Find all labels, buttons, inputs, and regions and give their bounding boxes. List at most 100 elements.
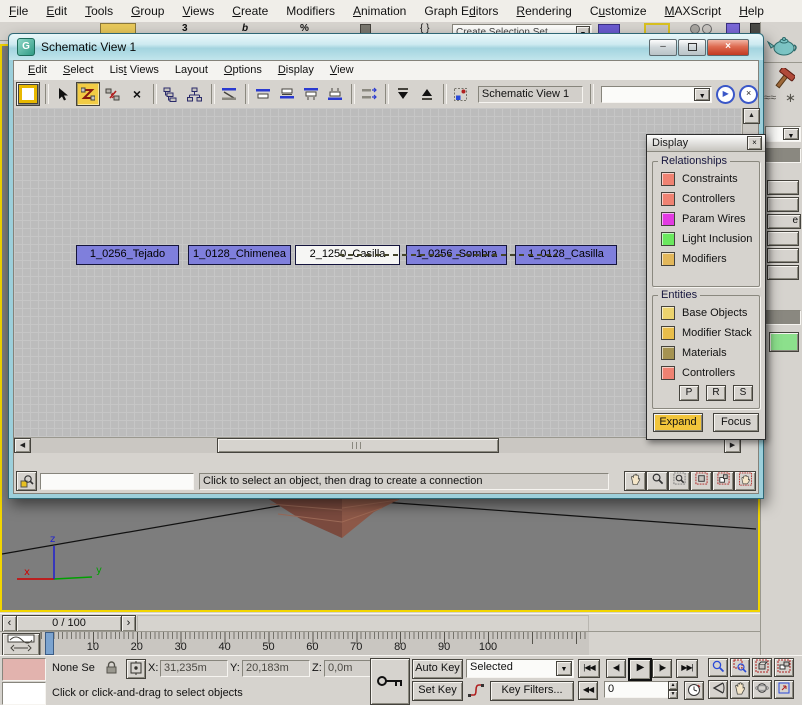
maxscript-mini-listener-pink[interactable] <box>2 658 46 681</box>
menu-views[interactable]: Views <box>173 0 223 22</box>
menu-rendering[interactable]: Rendering <box>507 0 580 22</box>
set-keys-button[interactable] <box>370 658 410 705</box>
menu-animation[interactable]: Animation <box>344 0 415 22</box>
auto-key-button[interactable]: Auto Key <box>412 659 463 679</box>
arrange-children-icon[interactable] <box>358 83 380 105</box>
display-floater-toggle[interactable] <box>16 82 40 106</box>
next-frame-button[interactable]: |▶ <box>652 659 672 678</box>
play-button[interactable]: ▶ <box>628 658 652 681</box>
selection-lock-icon[interactable] <box>104 660 120 676</box>
gear-icon[interactable]: ∗ <box>785 90 796 106</box>
toggle-base-objects[interactable]: Base Objects <box>653 303 759 323</box>
menu-edit[interactable]: Edit <box>37 0 76 22</box>
preferences-icon[interactable] <box>450 83 472 105</box>
schematic-node[interactable]: 1_0256_Tejado <box>76 245 179 265</box>
default-tangent-icon[interactable] <box>466 681 485 699</box>
find-button[interactable] <box>16 471 37 491</box>
dropdown-arrow-icon[interactable] <box>556 661 572 676</box>
zoom-extents-button[interactable] <box>752 658 772 677</box>
time-configuration-button[interactable] <box>684 681 704 700</box>
menu-customize[interactable]: Customize <box>581 0 656 22</box>
align-selected-icon[interactable] <box>218 83 240 105</box>
menu-help[interactable]: Help <box>730 0 773 22</box>
time-slider-track[interactable] <box>137 615 589 632</box>
key-mode-toggle[interactable]: ◀◀ <box>578 681 598 700</box>
modifiers-color-swatch[interactable] <box>661 252 675 266</box>
dropdown-arrow-icon[interactable] <box>694 88 710 101</box>
view-name-field[interactable]: Schematic View 1 <box>478 86 583 103</box>
unlink-tool-icon[interactable] <box>102 83 124 105</box>
toggle-materials[interactable]: Materials <box>653 343 759 363</box>
zoom-extents-all-button[interactable] <box>774 658 794 677</box>
scroll-right-icon[interactable] <box>724 438 741 453</box>
sv-zoom-button[interactable] <box>646 471 668 491</box>
previous-frame-button[interactable]: ◀| <box>606 659 626 678</box>
sv-menu-view[interactable]: View <box>322 61 362 80</box>
floater-title-bar[interactable]: Display × <box>647 135 765 152</box>
material-color-swatch[interactable] <box>769 332 799 352</box>
menu-file[interactable]: File <box>0 0 37 22</box>
time-slider-next-button[interactable] <box>121 615 136 632</box>
free-all-icon[interactable] <box>392 83 414 105</box>
sv-menu-select[interactable]: Select <box>55 61 102 80</box>
menu-graph-editors[interactable]: Graph Editors <box>415 0 507 22</box>
pan-view-button[interactable] <box>730 680 750 699</box>
panel-button[interactable] <box>767 248 799 263</box>
panel-button[interactable] <box>767 197 799 212</box>
toggle-modifiers[interactable]: Modifiers <box>653 249 759 269</box>
modifier-stack-color-swatch[interactable] <box>661 326 675 340</box>
sv-menu-display[interactable]: Display <box>270 61 322 80</box>
sv-zoom-extents-selected-button[interactable] <box>712 471 734 491</box>
sv-zoom-region-button[interactable] <box>668 471 690 491</box>
coord-y-field[interactable]: 20,183m <box>242 660 310 677</box>
current-frame-slider[interactable] <box>45 632 54 655</box>
display-floater[interactable]: Display × Relationships Constraints Cont… <box>646 134 766 440</box>
sv-zoom-extents-button[interactable] <box>690 471 712 491</box>
toggle-entity-controllers[interactable]: Controllers <box>653 363 759 383</box>
orbit-button[interactable] <box>752 680 772 699</box>
frame-spinner[interactable]: ▲ ▼ <box>668 681 678 698</box>
sv-pan-button[interactable] <box>624 471 646 491</box>
entity-controllers-color-swatch[interactable] <box>661 366 675 380</box>
align-bottom-icon[interactable] <box>324 83 346 105</box>
key-mode-dropdown[interactable]: Selected <box>466 659 574 678</box>
sv-menu-options[interactable]: Options <box>216 61 270 80</box>
time-slider-thumb[interactable]: 0 / 100 <box>16 615 122 632</box>
spinner-up-icon[interactable]: ▲ <box>668 681 678 690</box>
connect-tool[interactable] <box>76 82 100 106</box>
timeline-ruler[interactable]: 0102030405060708090100 <box>40 632 589 656</box>
expand-button[interactable]: Expand <box>653 413 703 432</box>
next-bookmark-button[interactable]: ▶ <box>716 85 735 104</box>
minimize-button[interactable] <box>649 39 677 56</box>
scroll-up-icon[interactable] <box>743 108 760 124</box>
panel-button[interactable] <box>767 180 799 195</box>
param-wires-color-swatch[interactable] <box>661 212 675 226</box>
schematic-title-bar[interactable]: G Schematic View 1 <box>9 34 763 60</box>
dropdown-arrow-icon[interactable] <box>783 128 799 140</box>
schematic-node[interactable]: 1_0128_Chimenea <box>188 245 291 265</box>
mini-curve-editor-button[interactable] <box>2 633 40 656</box>
delete-bookmark-button[interactable]: × <box>739 85 758 104</box>
key-filters-button[interactable]: Key Filters... <box>490 681 574 701</box>
rotation-button[interactable]: R <box>706 385 726 401</box>
menu-tools[interactable]: Tools <box>76 0 122 22</box>
zoom-all-button[interactable] <box>730 658 750 677</box>
floater-close-icon[interactable]: × <box>747 136 762 150</box>
create-teapot-icon[interactable] <box>765 32 799 61</box>
schematic-canvas[interactable]: 1_0256_Tejado 1_0128_Chimenea 2_1250_Cas… <box>14 108 741 438</box>
sv-menu-list-views[interactable]: List Views <box>102 61 167 80</box>
toggle-param-wires[interactable]: Param Wires <box>653 209 759 229</box>
menu-modifiers[interactable]: Modifiers <box>277 0 344 22</box>
close-button[interactable] <box>707 39 749 56</box>
maximize-button[interactable] <box>678 39 706 56</box>
find-field[interactable] <box>40 473 194 490</box>
menu-group[interactable]: Group <box>122 0 173 22</box>
time-slider-prev-button[interactable] <box>2 615 17 632</box>
panel-dropdown[interactable] <box>765 126 801 142</box>
scale-button[interactable]: S <box>733 385 753 401</box>
waves-icon[interactable]: ≈≈ <box>764 92 776 104</box>
go-to-start-button[interactable]: |◀◀ <box>578 659 600 678</box>
set-key-button[interactable]: Set Key <box>412 681 463 701</box>
focus-button[interactable]: Focus <box>713 413 759 432</box>
hierarchy-mode-icon[interactable] <box>160 83 182 105</box>
